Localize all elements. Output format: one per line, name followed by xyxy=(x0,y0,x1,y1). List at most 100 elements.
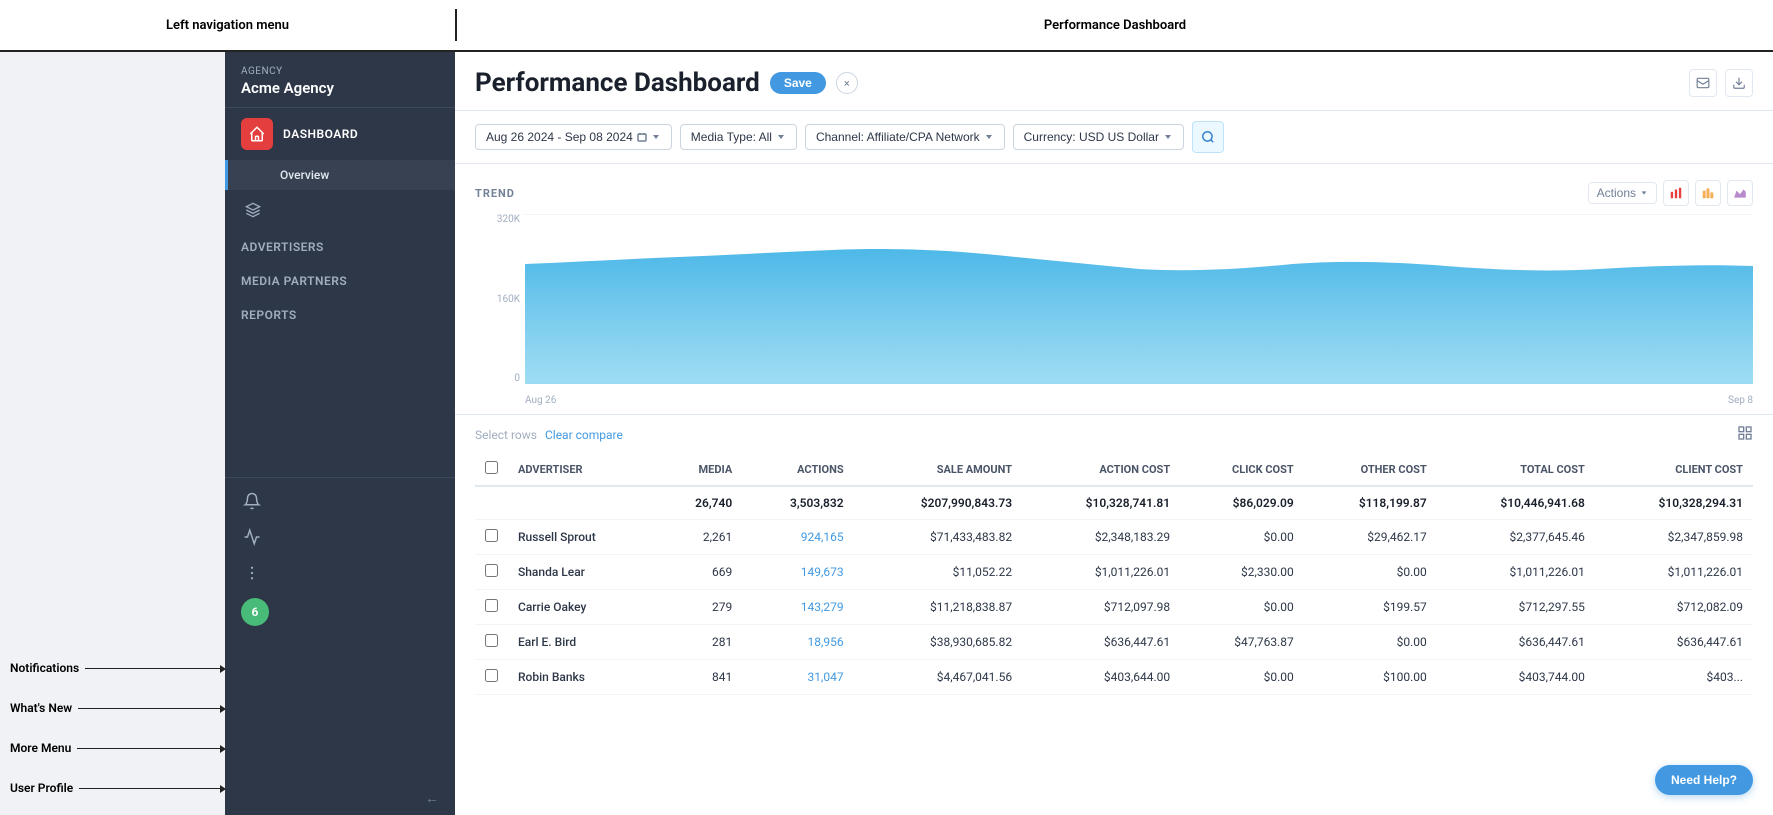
table-section: Select rows Clear compare A xyxy=(455,415,1773,695)
clear-compare-btn[interactable]: Clear compare xyxy=(545,428,623,442)
row-actions-link-4[interactable]: 31,047 xyxy=(808,670,844,684)
table-row: Russell Sprout 2,261 924,165 $71,433,483… xyxy=(475,520,1753,555)
row-client-cost-2: $712,082.09 xyxy=(1595,590,1753,625)
row-media-2: 279 xyxy=(656,590,742,625)
more-menu-arrow xyxy=(77,748,225,749)
bar-chart-btn[interactable] xyxy=(1663,180,1689,206)
area-chart-svg xyxy=(525,214,1753,384)
reports-label: REPORTS xyxy=(241,308,297,322)
collapse-sidebar-btn[interactable]: ← xyxy=(225,782,455,815)
row-sale-amount-1: $11,052.22 xyxy=(854,555,1022,590)
totals-other-cost: $118,199.87 xyxy=(1304,486,1437,520)
save-button[interactable]: Save xyxy=(770,72,826,94)
sidebar-item-dashboard[interactable]: DASHBOARD xyxy=(225,108,455,160)
row-actions-3: 18,956 xyxy=(742,625,853,660)
totals-advertiser-cell xyxy=(508,486,656,520)
chart-svg-container xyxy=(525,214,1753,384)
date-range-filter[interactable]: Aug 26 2024 - Sep 08 2024 xyxy=(475,124,672,150)
table-body: 26,740 3,503,832 $207,990,843.73 $10,328… xyxy=(475,486,1753,695)
sidebar-agency: Agency Acme Agency xyxy=(225,52,455,108)
row-checkbox-input-4[interactable] xyxy=(485,669,498,682)
row-sale-amount-2: $11,218,838.87 xyxy=(854,590,1022,625)
row-actions-link-0[interactable]: 924,165 xyxy=(801,530,844,544)
row-client-cost-3: $636,447.61 xyxy=(1595,625,1753,660)
area-chart-btn[interactable] xyxy=(1727,180,1753,206)
table-header: ADVERTISER MEDIA ACTIONS SALE AMOUNT ACT… xyxy=(475,453,1753,486)
row-actions-link-2[interactable]: 143,279 xyxy=(801,600,844,614)
row-advertiser-3: Earl E. Bird xyxy=(508,625,656,660)
row-checkbox-input-2[interactable] xyxy=(485,599,498,612)
row-media-1: 669 xyxy=(656,555,742,590)
download-icon-btn[interactable] xyxy=(1725,69,1753,97)
trend-chart: 320K 160K 0 xyxy=(475,214,1753,414)
select-all-checkbox[interactable] xyxy=(485,461,498,474)
notifications-icon[interactable] xyxy=(241,490,263,512)
y-axis: 320K 160K 0 xyxy=(475,214,520,384)
row-actions-0: 924,165 xyxy=(742,520,853,555)
row-advertiser-2: Carrie Oakey xyxy=(508,590,656,625)
need-help-button[interactable]: Need Help? xyxy=(1655,765,1753,795)
data-table: ADVERTISER MEDIA ACTIONS SALE AMOUNT ACT… xyxy=(475,453,1753,695)
row-checkbox-input-1[interactable] xyxy=(485,564,498,577)
row-action-cost-2: $712,097.98 xyxy=(1022,590,1180,625)
table-layout-btn[interactable] xyxy=(1737,425,1753,445)
layout-icon xyxy=(1737,425,1753,441)
date-range-label: Aug 26 2024 - Sep 08 2024 xyxy=(486,130,633,144)
sidebar-item-media-partners[interactable]: MEDIA PARTNERS xyxy=(225,264,455,298)
y-label-top: 320K xyxy=(475,214,520,225)
currency-filter[interactable]: Currency: USD US Dollar xyxy=(1013,124,1184,150)
column-chart-btn[interactable] xyxy=(1695,180,1721,206)
col-client-cost: CLIENT COST xyxy=(1595,453,1753,486)
user-profile-arrow xyxy=(79,788,225,789)
search-button[interactable] xyxy=(1192,121,1224,153)
col-other-cost: OTHER COST xyxy=(1304,453,1437,486)
email-icon-btn[interactable] xyxy=(1689,69,1717,97)
sidebar-item-advertisers[interactable]: ADVERTISERS xyxy=(225,230,455,264)
row-action-cost-3: $636,447.61 xyxy=(1022,625,1180,660)
affiliates-icon xyxy=(241,198,265,222)
more-menu-icon[interactable] xyxy=(241,562,263,584)
totals-action-cost: $10,328,741.81 xyxy=(1022,486,1180,520)
user-avatar[interactable]: 6 xyxy=(241,598,269,626)
row-actions-2: 143,279 xyxy=(742,590,853,625)
row-actions-link-1[interactable]: 149,673 xyxy=(801,565,844,579)
currency-label: Currency: USD US Dollar xyxy=(1024,130,1159,144)
row-checkbox-0 xyxy=(475,520,508,555)
row-other-cost-2: $199.57 xyxy=(1304,590,1437,625)
whats-new-arrow xyxy=(78,708,225,709)
close-button[interactable]: × xyxy=(836,72,858,94)
table-row: Shanda Lear 669 149,673 $11,052.22 $1,01… xyxy=(475,555,1753,590)
sidebar-item-affiliates[interactable] xyxy=(225,190,455,230)
notifications-arrow xyxy=(85,668,225,669)
sidebar-item-reports[interactable]: REPORTS xyxy=(225,298,455,332)
notifications-label: Notifications xyxy=(10,661,79,675)
col-sale-amount: SALE AMOUNT xyxy=(854,453,1022,486)
chart-icon xyxy=(248,125,266,143)
chart-header: TREND Actions xyxy=(475,180,1753,206)
row-actions-link-3[interactable]: 18,956 xyxy=(808,635,844,649)
dashboard-header: Performance Dashboard Save × xyxy=(455,52,1773,111)
row-client-cost-1: $1,011,226.01 xyxy=(1595,555,1753,590)
more-menu-label: More Menu xyxy=(10,741,71,755)
whats-new-icon[interactable] xyxy=(241,526,263,548)
row-click-cost-4: $0.00 xyxy=(1180,660,1304,695)
totals-total-cost: $10,446,941.68 xyxy=(1437,486,1595,520)
sidebar-item-overview[interactable]: Overview xyxy=(225,160,455,190)
row-checkbox-input-3[interactable] xyxy=(485,634,498,647)
row-checkbox-3 xyxy=(475,625,508,660)
media-type-label: Media Type: All xyxy=(691,130,772,144)
row-media-4: 841 xyxy=(656,660,742,695)
channel-filter[interactable]: Channel: Affiliate/CPA Network xyxy=(805,124,1005,150)
row-sale-amount-3: $38,930,685.82 xyxy=(854,625,1022,660)
y-label-bottom: 0 xyxy=(475,373,520,384)
row-other-cost-4: $100.00 xyxy=(1304,660,1437,695)
row-click-cost-3: $47,763.87 xyxy=(1180,625,1304,660)
row-client-cost-4: $403... xyxy=(1595,660,1753,695)
search-icon xyxy=(1201,130,1215,144)
media-type-filter[interactable]: Media Type: All xyxy=(680,124,797,150)
actions-dropdown-btn[interactable]: Actions xyxy=(1588,182,1657,204)
row-checkbox-input-0[interactable] xyxy=(485,529,498,542)
chevron-down-icon xyxy=(651,132,661,142)
left-nav-label: Left navigation menu xyxy=(0,18,455,33)
actions-label: Actions xyxy=(1597,186,1636,200)
